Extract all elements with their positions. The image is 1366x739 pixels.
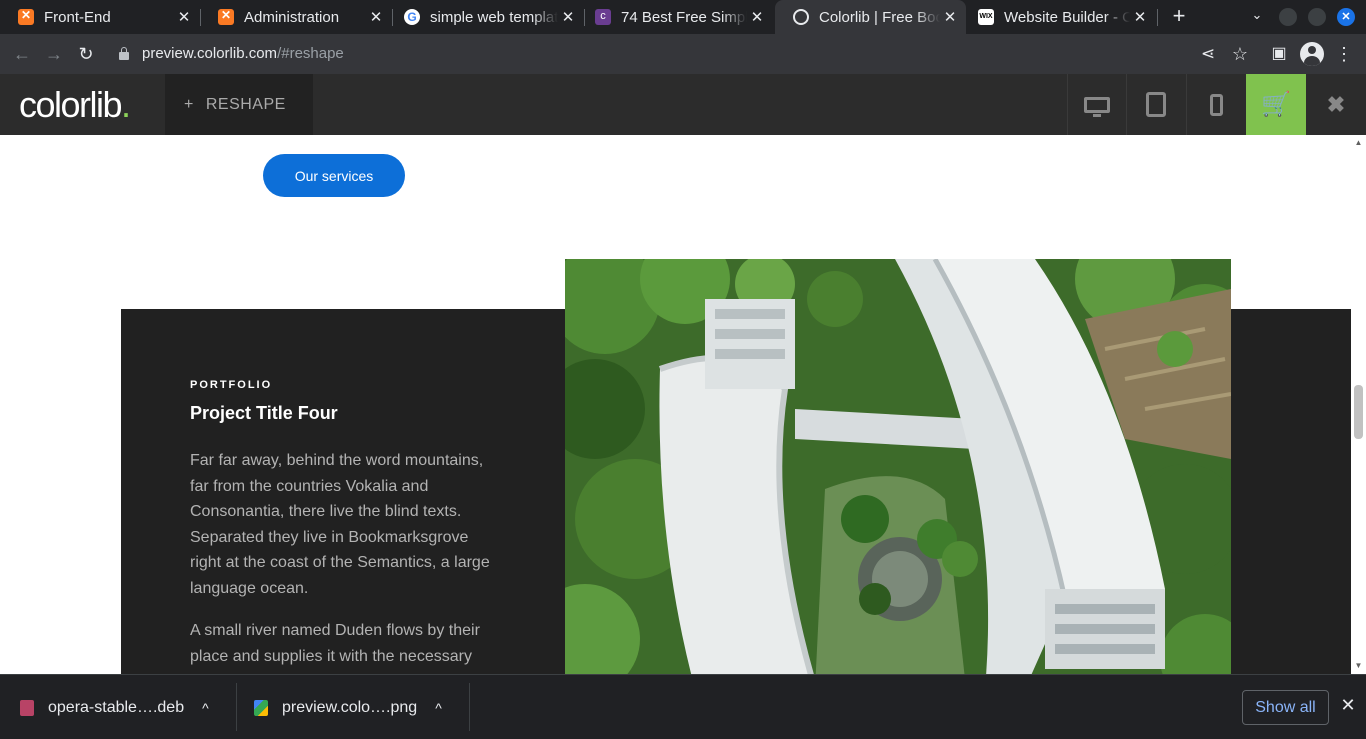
bookmark-star-icon[interactable]: ☆ <box>1228 42 1252 66</box>
close-icon[interactable]: ✕ <box>366 8 386 26</box>
close-shelf-icon[interactable]: ✕ <box>1338 695 1358 719</box>
page-viewport: Our services PORTFOLIO Project Title Fou… <box>0 135 1351 674</box>
tab-title: 74 Best Free Simple <box>621 8 747 26</box>
xampp-icon <box>218 8 234 25</box>
download-filename: preview.colo….png <box>282 698 418 716</box>
reload-icon[interactable]: ↻ <box>74 42 98 66</box>
download-shelf: opera-stable….deb ^ preview.colo….png ^ … <box>0 674 1366 739</box>
tab-title: Colorlib | Free Bootstrap <box>819 8 940 26</box>
close-icon[interactable]: ✕ <box>1130 8 1150 26</box>
desktop-icon <box>1084 96 1110 117</box>
logo-text: colorlib <box>19 84 123 125</box>
tab-front-end[interactable]: Front-End ✕ <box>0 0 200 34</box>
back-arrow-icon[interactable]: ← <box>10 42 34 66</box>
xampp-icon <box>18 8 34 25</box>
download-separator <box>236 683 237 731</box>
maximize-button[interactable] <box>1308 8 1326 26</box>
tablet-view-button[interactable] <box>1126 74 1185 135</box>
project-aerial-photo <box>565 259 1231 674</box>
close-icon[interactable]: ✕ <box>558 8 578 26</box>
project-paragraph-1: Far far away, behind the word mountains,… <box>190 452 490 597</box>
address-bar[interactable]: preview.colorlib.com/#reshape <box>142 45 344 62</box>
close-preview-button[interactable]: ✖ <box>1306 74 1366 135</box>
menu-kebab-icon[interactable]: ⋮ <box>1332 42 1356 66</box>
minimize-button[interactable] <box>1279 8 1297 26</box>
url-path: /#reshape <box>277 45 344 62</box>
mobile-view-button[interactable] <box>1186 74 1245 135</box>
url-host: preview.colorlib.com <box>142 45 278 62</box>
desktop-view-button[interactable] <box>1067 74 1126 135</box>
tab-title: simple web template <box>430 8 558 26</box>
tab-colorlib-active[interactable]: Colorlib | Free Bootstrap ✕ <box>775 0 966 34</box>
scrollbar-thumb[interactable] <box>1354 385 1363 439</box>
tab-title: Website Builder - C <box>1004 8 1130 26</box>
buy-cart-button[interactable]: 🛒 <box>1246 74 1306 135</box>
tab-title: Administration <box>244 8 340 26</box>
show-all-downloads-button[interactable]: Show all <box>1242 690 1329 725</box>
download-item-deb[interactable]: opera-stable….deb ^ <box>20 685 209 730</box>
portfolio-label: PORTFOLIO <box>190 379 273 391</box>
tab-title: Front-End <box>44 8 111 26</box>
google-icon <box>404 9 420 25</box>
tab-74-best-free[interactable]: 74 Best Free Simple ✕ <box>577 0 773 34</box>
window-close-button[interactable]: ✕ <box>1337 8 1355 26</box>
close-icon[interactable]: ✕ <box>940 8 960 26</box>
download-filename: opera-stable….deb <box>48 698 185 716</box>
chevron-up-icon[interactable]: ^ <box>202 700 209 716</box>
close-icon[interactable]: ✕ <box>174 8 194 26</box>
cart-icon: 🛒 <box>1261 91 1291 118</box>
lock-icon[interactable] <box>119 47 129 60</box>
tab-strip: Front-End ✕ Administration ✕ simple web … <box>0 0 1366 34</box>
share-icon[interactable]: ⋖ <box>1196 42 1220 66</box>
scroll-down-arrow-icon[interactable]: ▼ <box>1354 661 1363 670</box>
new-tab-button[interactable]: + <box>1166 5 1192 29</box>
download-item-png[interactable]: preview.colo….png ^ <box>254 685 442 730</box>
forward-arrow-icon[interactable]: → <box>42 42 66 66</box>
colorlib-logo[interactable]: colorlib. <box>19 84 131 126</box>
theme-name: RESHAPE <box>205 95 286 113</box>
project-paragraph-2: A small river named Duden flows by their… <box>190 622 480 674</box>
tablet-icon <box>1146 92 1166 117</box>
page-scrollbar[interactable]: ▲ ▼ <box>1351 135 1366 674</box>
logo-dot: . <box>121 84 131 125</box>
side-panel-icon[interactable]: ▣ <box>1267 42 1291 66</box>
theme-selector[interactable]: + RESHAPE <box>165 74 313 135</box>
tab-simple-web-template[interactable]: simple web template ✕ <box>386 0 584 34</box>
image-file-icon <box>254 699 268 716</box>
preview-bar: colorlib. + RESHAPE 🛒 ✖ <box>0 74 1366 135</box>
browser-toolbar: ← → ↻ preview.colorlib.com/#reshape ⋖ ☆ … <box>0 34 1366 74</box>
tab-search-icon[interactable]: ⌄ <box>1246 7 1268 27</box>
scroll-up-arrow-icon[interactable]: ▲ <box>1354 138 1363 147</box>
colorlib-icon <box>595 9 611 25</box>
tab-website-builder[interactable]: Website Builder - C ✕ <box>960 0 1156 34</box>
download-separator <box>469 683 470 731</box>
close-icon[interactable]: ✕ <box>747 8 767 26</box>
close-icon: ✖ <box>1326 91 1346 117</box>
wix-icon <box>978 9 994 25</box>
globe-icon <box>793 9 809 25</box>
deb-file-icon <box>20 699 34 716</box>
plus-icon: + <box>184 95 194 113</box>
chevron-up-icon[interactable]: ^ <box>435 700 442 716</box>
our-services-button[interactable]: Our services <box>263 154 405 197</box>
profile-avatar[interactable] <box>1300 42 1324 66</box>
project-title: Project Title Four <box>190 403 338 423</box>
tab-administration[interactable]: Administration ✕ <box>200 0 392 34</box>
tab-separator <box>1157 9 1158 26</box>
phone-icon <box>1209 93 1223 116</box>
